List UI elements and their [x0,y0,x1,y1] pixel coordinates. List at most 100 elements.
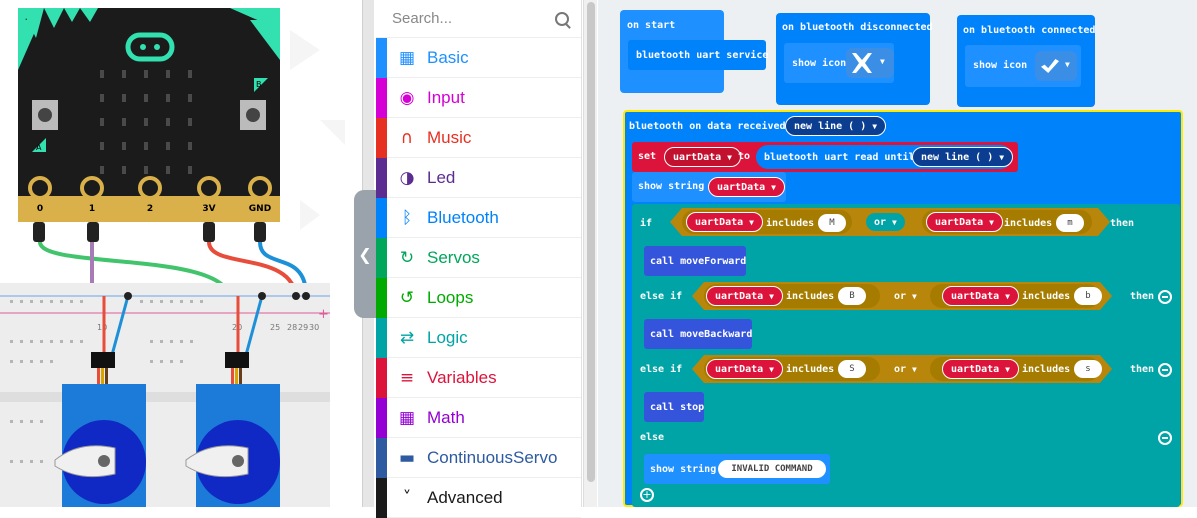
category-loops[interactable]: ↺ Loops [376,277,581,318]
svg-text:3V: 3V [202,204,215,214]
category-label: Servos [427,247,480,267]
var-1a[interactable]: uartData ▼ [686,212,763,232]
category-label: Bluetooth [427,207,499,227]
category-math[interactable]: ▦ Math [376,397,581,438]
bluetooth-uart-service-block[interactable]: bluetooth uart service [628,40,768,70]
category-logic[interactable]: ⇄ Logic [376,317,581,358]
simulator-panel: A B 0 1 2 3V GND + 10 20 25 28 29 30 [0,0,362,507]
toolbox-search[interactable]: Search... [376,0,581,38]
category-variables[interactable]: ≡ Variables [376,357,581,398]
var-2b[interactable]: uartData ▼ [942,286,1019,306]
text-2b[interactable]: b [1074,287,1102,305]
svg-text:2: 2 [147,204,153,214]
category-input[interactable]: ◉ Input [376,77,581,118]
search-icon[interactable] [555,11,569,26]
remove-else-icon[interactable] [1158,431,1172,445]
on-start-block[interactable]: on start bluetooth uart service [620,10,768,93]
show-string-invalid[interactable]: show string INVALID COMMAND [644,454,830,484]
category-color-bar [376,277,387,318]
var-1b[interactable]: uartData ▼ [926,212,1003,232]
remove-branch-icon[interactable] [1158,290,1172,304]
check-icon [1041,59,1059,73]
delimiter-dropdown[interactable]: new line ( ) ▼ [785,116,887,136]
category-advanced[interactable]: ˅ Advanced [376,477,581,518]
text-2a[interactable]: B [838,287,866,305]
delimiter-dropdown-2[interactable]: new line ( ) ▼ [912,147,1014,167]
x-icon [852,53,872,73]
text-1b[interactable]: m [1056,214,1084,232]
category-led[interactable]: ◑ Led [376,157,581,198]
headphones-icon: ∩ [400,127,414,148]
call-stop[interactable]: call stop [644,392,704,422]
category-label: Loops [427,287,474,307]
category-label: Input [427,87,465,107]
category-music[interactable]: ∩ Music [376,117,581,158]
on-bluetooth-disconnected-block[interactable]: on bluetooth disconnected show icon ▼ [776,13,933,105]
bluetooth-icon: ᛒ [401,207,413,228]
category-color-bar [376,397,387,438]
svg-text:30: 30 [309,323,319,332]
category-label: Variables [427,367,497,387]
show-string-block[interactable]: show string uartData ▼ [632,172,786,202]
dropdown-arrow-icon: ▼ [880,57,885,66]
search-input[interactable]: Search... [392,10,555,27]
category-label: Advanced [427,487,503,507]
add-branch-icon[interactable]: + [640,488,654,502]
call-move-backward[interactable]: call moveBackward [644,319,752,349]
category-color-bar [376,77,387,118]
var-3a[interactable]: uartData ▼ [706,359,783,379]
text-3a[interactable]: S [838,360,866,378]
show-icon-block-2[interactable]: show icon ▼ [965,45,1081,87]
call-move-forward[interactable]: call moveForward [644,246,746,276]
icon-picker-x[interactable]: ▼ [846,48,894,78]
category-color-bar [376,437,387,478]
svg-text:28: 28 [287,323,297,332]
svg-text:+: + [318,307,329,322]
svg-text:0: 0 [37,204,43,214]
grid-icon: ▦ [398,47,416,68]
svg-text:1: 1 [89,204,95,214]
category-continuousservo[interactable]: ▬ ContinuousServo [376,437,581,478]
calculator-icon: ▦ [398,407,416,428]
var-2a[interactable]: uartData ▼ [706,286,783,306]
invalid-command-text[interactable]: INVALID COMMAND [718,460,826,478]
toolbox-scrollbar[interactable] [583,0,597,507]
variable-dropdown[interactable]: uartData ▼ [664,147,741,167]
category-label: ContinuousServo [427,447,558,467]
text-3b[interactable]: s [1074,360,1102,378]
svg-text:25: 25 [270,323,280,332]
category-servos[interactable]: ↻ Servos [376,237,581,278]
svg-text:A: A [36,143,42,152]
category-label: Math [427,407,465,427]
sync-icon: ↻ [399,247,415,268]
category-basic[interactable]: ▦ Basic [376,37,581,78]
set-variable-block[interactable]: set uartData ▼ to bluetooth uart read unt… [632,142,1018,172]
car-icon: ▬ [398,447,416,468]
variable-reporter[interactable]: uartData ▼ [708,177,785,197]
icon-picker-check[interactable]: ▼ [1035,51,1077,81]
collapse-simulator-button[interactable]: ❮ [354,190,376,318]
remove-branch-icon-2[interactable] [1158,363,1172,377]
button-a [38,108,52,122]
category-bluetooth[interactable]: ᛒ Bluetooth [376,197,581,238]
toggle-icon: ◑ [399,167,415,188]
or-dropdown-3[interactable]: or ▼ [886,360,925,378]
var-3b[interactable]: uartData ▼ [942,359,1019,379]
servo-2 [185,384,280,507]
svg-text:29: 29 [298,323,308,332]
chevron-left-icon: ❮ [358,244,372,264]
or-dropdown-1[interactable]: or ▼ [866,213,905,231]
or-dropdown-2[interactable]: or ▼ [886,287,925,305]
text-1a[interactable]: M [818,214,846,232]
dropdown-arrow-icon: ▼ [1065,60,1070,69]
category-color-bar [376,317,387,358]
list-icon: ≡ [399,367,415,388]
show-icon-block[interactable]: show icon ▼ [784,43,894,83]
blocks-workspace[interactable]: on start bluetooth uart service on bluet… [598,0,1197,507]
category-color-bar [376,237,387,278]
svg-text:10: 10 [97,323,107,332]
category-color-bar [376,477,387,518]
on-bluetooth-connected-block[interactable]: on bluetooth connected show icon ▼ [957,15,1095,107]
category-color-bar [376,117,387,158]
category-color-bar [376,37,387,78]
